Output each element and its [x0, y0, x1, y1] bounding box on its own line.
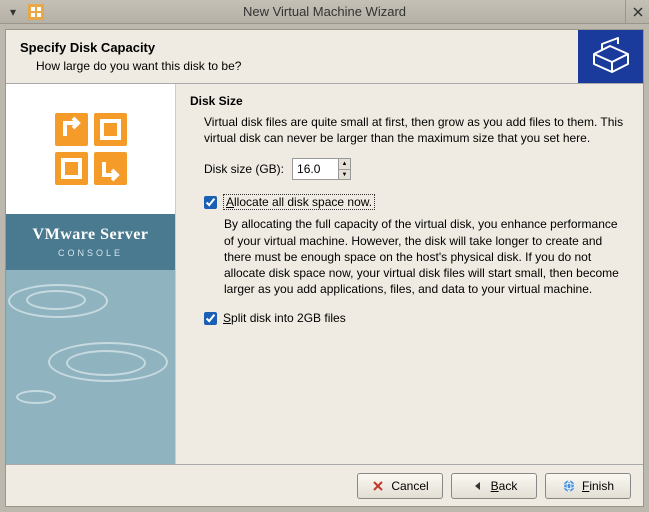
wizard-body: VMware Server CONSOLE Disk Size Virtual … [6, 84, 643, 464]
close-icon [632, 6, 644, 18]
globe-icon [562, 479, 576, 493]
window-menu-button[interactable]: ▾ [2, 1, 24, 23]
back-button[interactable]: Back [451, 473, 537, 499]
wizard-header: Specify Disk Capacity How large do you w… [6, 30, 643, 84]
cancel-icon [371, 479, 385, 493]
disk-size-label: Disk size (GB): [204, 162, 284, 176]
content-panel: Specify Disk Capacity How large do you w… [5, 29, 644, 507]
titlebar: ▾ New Virtual Machine Wizard [0, 0, 649, 24]
page-title: Specify Disk Capacity [20, 40, 564, 55]
brand-subtitle: CONSOLE [6, 248, 175, 258]
allocate-description: By allocating the full capacity of the v… [224, 216, 629, 297]
split-label[interactable]: Split disk into 2GB files [223, 311, 346, 325]
spinner-up-button[interactable]: ▲ [339, 159, 350, 170]
close-button[interactable] [625, 0, 649, 24]
wizard-window: ▾ New Virtual Machine Wizard Specify Dis… [0, 0, 649, 512]
spinner-down-button[interactable]: ▼ [339, 170, 350, 180]
disk-size-spinner[interactable]: ▲ ▼ [292, 158, 351, 180]
main-panel: Disk Size Virtual disk files are quite s… [176, 84, 643, 464]
wizard-icon [28, 4, 44, 20]
header-graphic [578, 30, 643, 83]
finish-button[interactable]: Finish [545, 473, 631, 499]
brand-title: VMware Server [6, 226, 175, 244]
intro-text: Virtual disk files are quite small at fi… [204, 114, 629, 146]
sidebar-graphic: VMware Server CONSOLE [6, 84, 176, 464]
allocate-checkbox[interactable] [204, 196, 217, 209]
page-subtitle: How large do you want this disk to be? [36, 59, 564, 73]
split-checkbox[interactable] [204, 312, 217, 325]
back-icon [471, 479, 485, 493]
allocate-label[interactable]: Allocate all disk space now. [223, 194, 375, 210]
vmware-logo [6, 84, 175, 214]
section-title: Disk Size [190, 94, 629, 108]
disk-size-input[interactable] [293, 159, 338, 179]
wizard-footer: Cancel Back Finish [6, 464, 643, 506]
water-graphic [6, 270, 175, 464]
cancel-button[interactable]: Cancel [357, 473, 443, 499]
brand-panel: VMware Server CONSOLE [6, 214, 175, 270]
drawer-icon [590, 36, 632, 78]
window-title: New Virtual Machine Wizard [0, 4, 649, 19]
